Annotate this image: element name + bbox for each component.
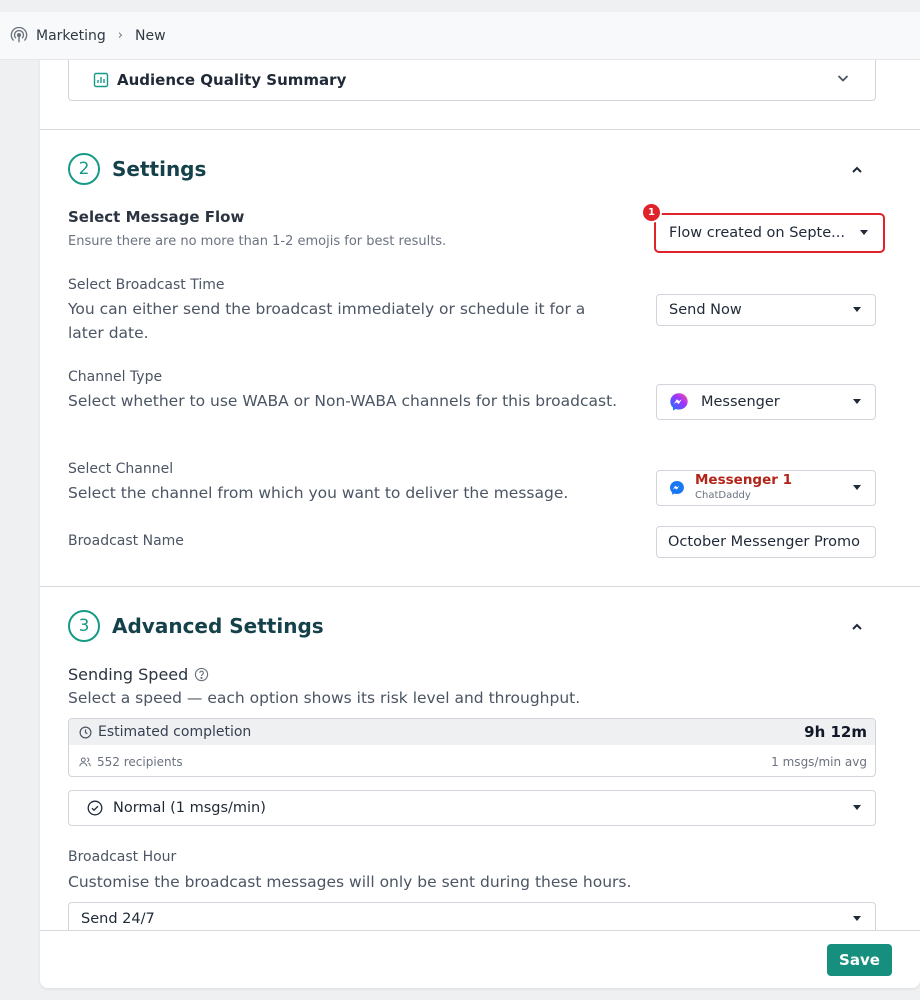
chevron-up-icon[interactable] <box>850 620 864 634</box>
estimate-label: Estimated completion <box>98 724 252 740</box>
estimate-header: Estimated completion 9h 12m <box>69 719 875 745</box>
broadcast-time-label: Select Broadcast Time <box>68 277 225 293</box>
broadcast-name-label: Broadcast Name <box>68 533 184 549</box>
channel-type-label: Channel Type <box>68 369 163 385</box>
settings-title: Settings <box>112 157 207 181</box>
sending-speed-desc: Select a speed — each option shows its r… <box>68 689 581 707</box>
channel-select[interactable]: Messenger 1 ChatDaddy <box>656 470 876 506</box>
broadcast-name-value: October Messenger Promo <box>668 534 860 550</box>
message-flow-select[interactable]: Flow created on Septe... <box>657 216 882 250</box>
message-flow-label: Select Message Flow <box>68 208 245 226</box>
audience-quality-summary[interactable]: Audience Quality Summary <box>68 60 876 101</box>
message-flow-hint: Ensure there are no more than 1-2 emojis… <box>68 234 447 249</box>
caret-down-icon <box>853 916 861 921</box>
step-badge: 1 <box>641 202 662 223</box>
divider <box>40 129 920 130</box>
bar-chart-icon <box>93 72 109 88</box>
estimate-value: 9h 12m <box>804 723 867 741</box>
advanced-title: Advanced Settings <box>112 614 324 638</box>
breadcrumb-current: New <box>134 27 166 44</box>
sending-speed-heading: Sending Speed <box>68 665 209 684</box>
breadcrumb: Marketing › New <box>10 26 166 45</box>
estimated-completion-box: Estimated completion 9h 12m 552 recipien… <box>68 718 876 777</box>
channel-type-value: Messenger <box>701 394 780 410</box>
caret-down-icon <box>853 485 861 490</box>
save-button[interactable]: Save <box>827 944 892 976</box>
broadcast-hour-label: Broadcast Hour <box>68 849 177 865</box>
help-icon[interactable] <box>194 667 209 682</box>
chevron-up-icon[interactable] <box>850 163 864 177</box>
channel-provider: ChatDaddy <box>695 490 751 501</box>
check-circle-icon <box>87 800 103 816</box>
channel-type-select[interactable]: Messenger <box>656 384 876 420</box>
recipients-count: 552 recipients <box>97 754 183 769</box>
caret-down-icon <box>853 399 861 404</box>
channel-name: Messenger 1 <box>695 472 792 488</box>
form-footer: Save <box>40 930 920 988</box>
messenger-icon <box>670 480 684 495</box>
step-number: 3 <box>68 610 100 642</box>
step-number: 2 <box>68 153 100 185</box>
settings-section-header[interactable]: 2 Settings <box>68 153 876 185</box>
select-channel-label: Select Channel <box>68 461 174 477</box>
divider <box>40 586 920 587</box>
avg-rate: 1 msgs/min avg <box>771 754 867 769</box>
broadcast-form: Audience Quality Summary 2 Settings Sele… <box>40 60 920 988</box>
broadcast-name-input[interactable]: October Messenger Promo <box>656 526 876 558</box>
broadcast-icon <box>10 26 28 42</box>
estimate-details: 552 recipients 1 msgs/min avg <box>69 745 875 776</box>
chevron-down-icon[interactable] <box>835 70 851 86</box>
select-channel-desc: Select the channel from which you want t… <box>68 484 569 502</box>
caret-down-icon <box>860 230 868 235</box>
audience-quality-title: Audience Quality Summary <box>117 71 347 89</box>
broadcast-time-desc: You can either send the broadcast immedi… <box>68 300 586 342</box>
advanced-section-header[interactable]: 3 Advanced Settings <box>68 610 876 642</box>
clock-icon <box>79 726 92 738</box>
broadcast-hour-desc: Customise the broadcast messages will on… <box>68 873 632 891</box>
broadcast-time-select[interactable]: Send Now <box>656 294 876 326</box>
channel-type-desc: Select whether to use WABA or Non-WABA c… <box>68 392 618 410</box>
broadcast-hour-value: Send 24/7 <box>81 911 155 927</box>
messenger-icon <box>670 393 688 411</box>
caret-down-icon <box>853 805 861 810</box>
message-flow-value: Flow created on Septe... <box>669 225 845 241</box>
broadcast-time-value: Send Now <box>669 302 742 318</box>
breadcrumb-marketing[interactable]: Marketing <box>36 28 106 44</box>
users-icon <box>79 756 91 766</box>
sending-speed-value: Normal (1 msgs/min) <box>113 800 266 816</box>
caret-down-icon <box>853 307 861 312</box>
sending-speed-label: Sending Speed <box>68 665 189 684</box>
top-bar: Marketing › New <box>0 12 920 60</box>
chevron-right-icon: › <box>117 28 123 43</box>
sending-speed-select[interactable]: Normal (1 msgs/min) <box>68 790 876 826</box>
